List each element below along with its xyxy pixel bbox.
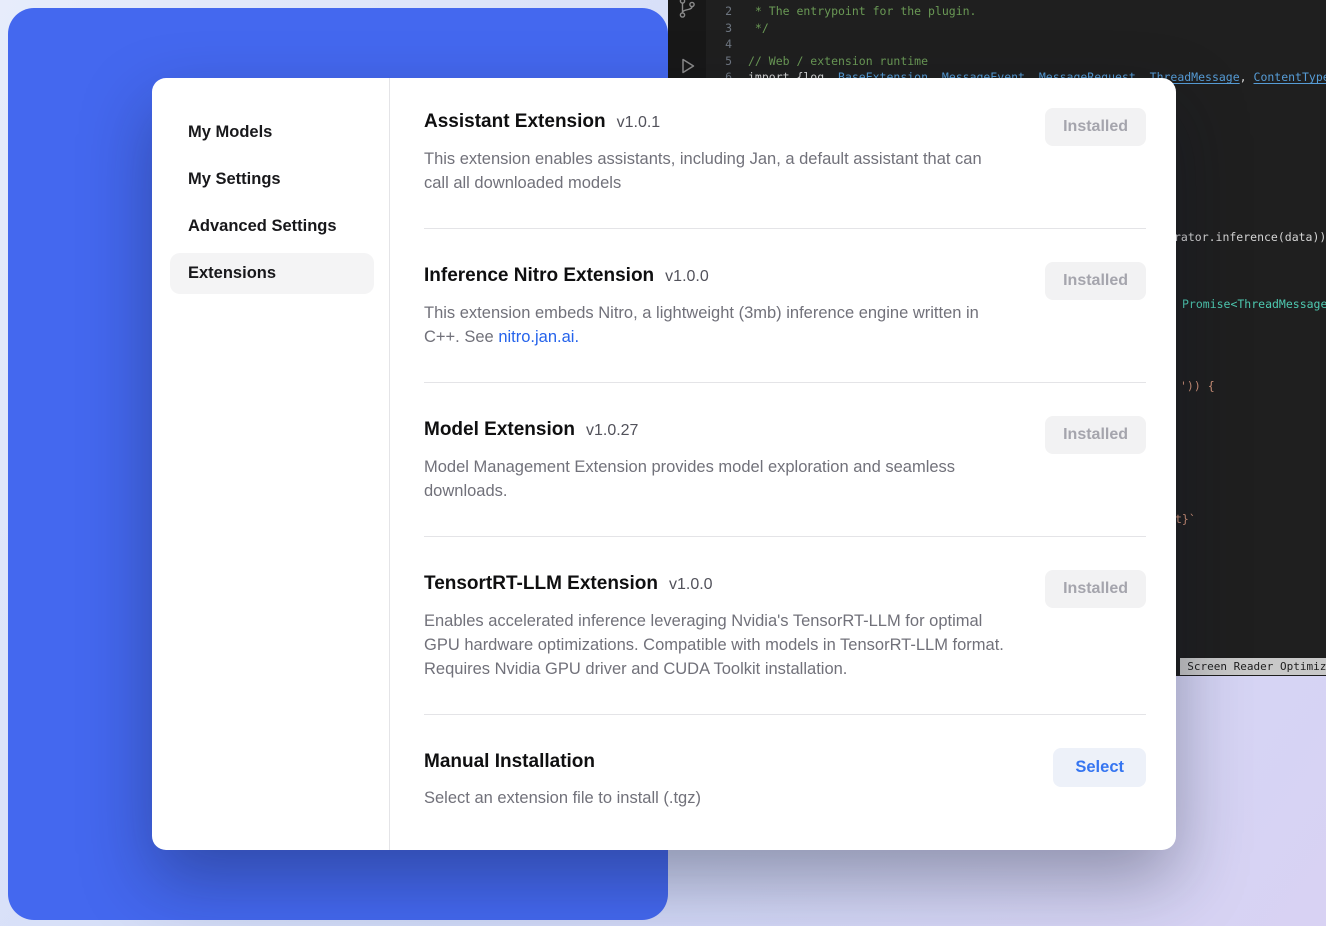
sidebar-item-my-models[interactable]: My Models [170,112,374,153]
extension-description: This extension enables assistants, inclu… [424,147,1009,195]
run-debug-icon[interactable] [675,54,699,78]
nitro-jan-ai-link[interactable]: nitro.jan.ai. [498,328,579,346]
code-line: 3 */ [706,20,1326,37]
code-text: */ [748,20,769,37]
screen-reader-chip[interactable]: Screen Reader Optimize [1180,658,1326,675]
manual-installation-title: Manual Installation [424,748,595,776]
code-line: 4 [706,36,1326,53]
extension-version: v1.0.1 [617,109,661,137]
extension-description: Model Management Extension provides mode… [424,455,1009,503]
code-line: 2 * The entrypoint for the plugin. [706,3,1326,20]
line-number: 4 [706,36,732,53]
code-lines: 2 * The entrypoint for the plugin. 3 */ … [706,3,1326,86]
sidebar-item-advanced-settings[interactable]: Advanced Settings [170,206,374,247]
extension-name: Inference Nitro Extension [424,262,654,290]
code-token: */ [748,21,769,35]
installed-button[interactable]: Installed [1045,570,1146,608]
code-fragment: Promise<ThreadMessage> [1182,297,1326,311]
description-text: Select an extension file to install (.tg… [424,789,701,807]
extension-version: v1.0.27 [586,417,638,445]
extension-name: Model Extension [424,416,575,444]
extension-description: Enables accelerated inference leveraging… [424,609,1009,681]
extension-version: v1.0.0 [665,263,709,291]
extension-row: Inference Nitro Extension v1.0.0 This ex… [424,229,1146,383]
extension-row: TensortRT-LLM Extension v1.0.0 Enables a… [424,537,1146,715]
code-fragment: t}` [1175,512,1196,526]
installed-button[interactable]: Installed [1045,108,1146,146]
code-token: // Web / extension runtime [748,54,928,68]
line-number: 2 [706,3,732,20]
sidebar-item-extensions[interactable]: Extensions [170,253,374,294]
sidebar-item-my-settings[interactable]: My Settings [170,159,374,200]
code-token: , [1240,70,1254,84]
code-line: 5 // Web / extension runtime [706,53,1326,70]
settings-modal: My Models My Settings Advanced Settings … [152,78,1176,850]
line-number: 5 [706,53,732,70]
code-token: ContentType [1254,70,1326,84]
page: 2 * The entrypoint for the plugin. 3 */ … [0,0,1326,926]
source-control-icon[interactable] [675,0,699,20]
sidebar-item-label: Extensions [188,264,276,282]
code-fragment: rator.inference(data)); [1174,230,1326,244]
installed-button[interactable]: Installed [1045,262,1146,300]
manual-installation-row: Manual Installation Select an extension … [424,715,1146,843]
manual-installation-description: Select an extension file to install (.tg… [424,786,701,810]
extension-description: This extension embeds Nitro, a lightweig… [424,301,1009,349]
sidebar-item-label: My Settings [188,170,281,188]
description-text: This extension enables assistants, inclu… [424,150,982,192]
code-fragment: ')) { [1180,379,1215,393]
installed-button[interactable]: Installed [1045,416,1146,454]
extension-row: Assistant Extension v1.0.1 This extensio… [424,108,1146,229]
code-text: // Web / extension runtime [748,53,928,70]
sidebar-item-label: My Models [188,123,272,141]
sidebar-item-label: Advanced Settings [188,217,337,235]
extension-version: v1.0.0 [669,571,713,599]
description-text: Enables accelerated inference leveraging… [424,612,1004,678]
extension-name: TensortRT-LLM Extension [424,570,658,598]
line-number: 3 [706,20,732,37]
sidebar: My Models My Settings Advanced Settings … [152,78,390,850]
description-text: Model Management Extension provides mode… [424,458,955,500]
select-button[interactable]: Select [1053,748,1146,787]
code-text: * The entrypoint for the plugin. [748,3,976,20]
extension-name: Assistant Extension [424,108,606,136]
code-token: * The entrypoint for the plugin. [748,4,976,18]
sidebar-nav: My Models My Settings Advanced Settings … [170,112,374,294]
extensions-list: Assistant Extension v1.0.1 This extensio… [390,78,1176,850]
extension-row: Model Extension v1.0.27 Model Management… [424,383,1146,537]
